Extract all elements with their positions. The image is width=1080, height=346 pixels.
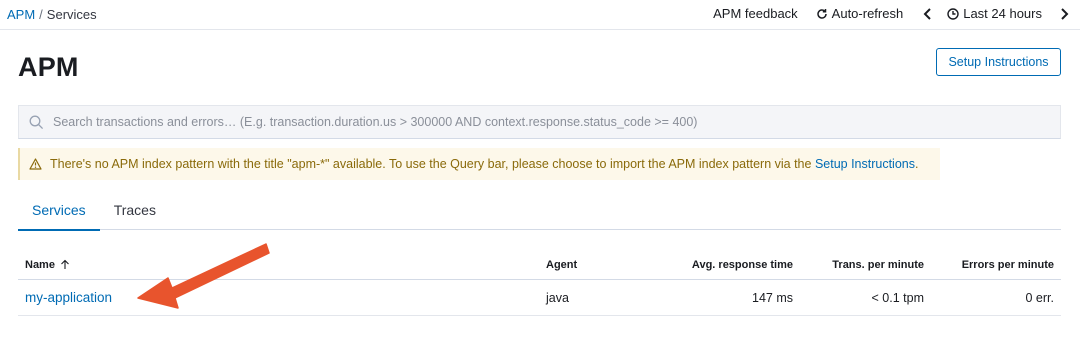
tab-services[interactable]: Services (18, 190, 100, 231)
chevron-left-icon (923, 7, 932, 20)
auto-refresh-button[interactable]: Auto-refresh (816, 6, 904, 21)
avg-response-time-cell: 147 ms (752, 290, 793, 305)
column-header-errors-per-minute[interactable]: Errors per minute (962, 250, 1054, 279)
search-input[interactable] (53, 115, 1043, 129)
breadcrumb-current: Services (46, 7, 97, 22)
auto-refresh-label: Auto-refresh (831, 6, 904, 21)
top-bar: APM / Services APM feedback Auto-refresh L… (0, 0, 1080, 30)
services-table: Name Agent Avg. response time Trans. per… (18, 250, 1061, 316)
breadcrumb-separator: / (39, 7, 43, 22)
next-time-button[interactable] (1056, 7, 1072, 20)
top-nav: APM feedback Auto-refresh Last 24 hours (713, 6, 1072, 21)
refresh-icon (816, 8, 828, 20)
previous-time-button[interactable] (919, 7, 935, 20)
search-icon (29, 115, 44, 130)
page-title: APM (18, 52, 79, 82)
time-range-label: Last 24 hours (963, 6, 1042, 21)
agent-cell: java (546, 290, 569, 305)
chevron-right-icon (1060, 7, 1069, 20)
errors-per-minute-cell: 0 err. (1025, 290, 1055, 305)
apm-feedback-link[interactable]: APM feedback (713, 6, 798, 21)
callout-text: There's no APM index pattern with the ti… (50, 157, 815, 171)
callout-setup-instructions-link[interactable]: Setup Instructions (815, 157, 915, 171)
query-bar (18, 105, 1061, 139)
sort-ascending-icon (60, 259, 70, 270)
clock-icon (947, 7, 959, 20)
time-range-picker[interactable]: Last 24 hours (947, 6, 1042, 21)
breadcrumb: APM / Services (7, 7, 97, 22)
setup-instructions-button[interactable]: Setup Instructions (936, 48, 1061, 76)
breadcrumb-apm-link[interactable]: APM (7, 7, 35, 22)
callout-suffix: . (915, 157, 919, 171)
trans-per-minute-cell: < 0.1 tpm (871, 290, 924, 305)
column-header-name-label: Name (25, 258, 55, 271)
service-link[interactable]: my-application (25, 290, 112, 305)
column-header-agent[interactable]: Agent (546, 250, 577, 279)
table-row: my-application java 147 ms < 0.1 tpm 0 e… (18, 280, 1061, 316)
column-header-name[interactable]: Name (25, 250, 70, 279)
tab-bar: Services Traces (18, 190, 1061, 231)
warning-icon (29, 158, 42, 170)
column-header-trans-per-minute[interactable]: Trans. per minute (832, 250, 924, 279)
index-pattern-warning-callout: There's no APM index pattern with the ti… (18, 148, 940, 180)
tab-traces[interactable]: Traces (100, 190, 170, 230)
table-header: Name Agent Avg. response time Trans. per… (18, 250, 1061, 280)
column-header-avg-response-time[interactable]: Avg. response time (692, 250, 793, 279)
service-name-cell: my-application (25, 280, 112, 315)
